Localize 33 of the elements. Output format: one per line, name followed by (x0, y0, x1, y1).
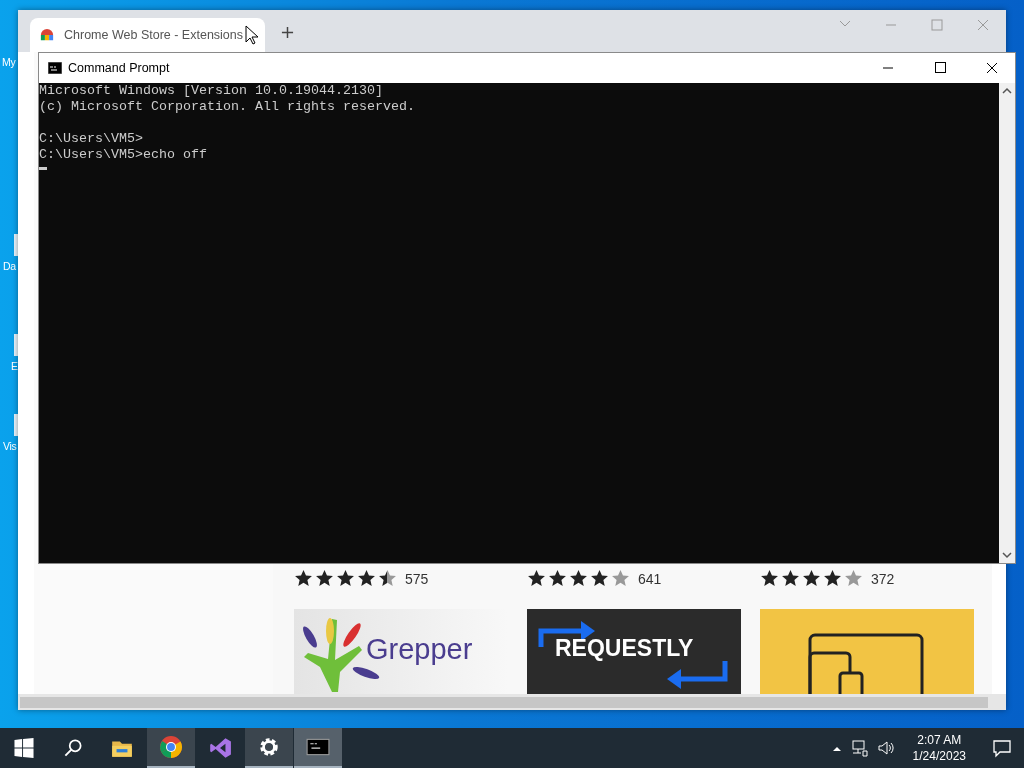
browser-tab[interactable]: Chrome Web Store - Extensions (30, 18, 265, 52)
scrollbar[interactable] (999, 83, 1015, 563)
clock[interactable]: 2:07 AM 1/24/2023 (902, 732, 976, 764)
windows-icon (14, 738, 34, 758)
mouse-pointer-icon (245, 25, 259, 45)
gear-icon (257, 735, 281, 759)
desktop-icon-label[interactable]: Vis (3, 440, 17, 452)
plus-icon (281, 26, 294, 39)
window-title: Command Prompt (68, 61, 171, 75)
desktop-icon-label[interactable]: Da (3, 260, 16, 272)
taskbar-button[interactable] (294, 728, 342, 768)
network-icon[interactable] (850, 739, 869, 757)
rating-count: 372 (871, 570, 895, 587)
taskbar-button[interactable] (245, 728, 293, 768)
logo-text: Grepper (366, 633, 473, 666)
console-icon (48, 62, 62, 74)
console-line: (c) Microsoft Corporation. All rights reserved. (39, 99, 416, 115)
console-line: C:\Users\VM5> (39, 131, 144, 147)
text-cursor (39, 167, 47, 170)
rating-count: 575 (405, 570, 429, 587)
console-line: Microsoft Windows [Version 10.0.19044.2130] (39, 83, 384, 99)
rating-count: 641 (638, 570, 662, 587)
notification-icon[interactable] (992, 738, 1012, 758)
desktop-icon-label[interactable]: My (2, 56, 16, 68)
store-icon (40, 28, 54, 42)
volume-icon[interactable] (876, 739, 895, 757)
desktop-icon-label[interactable]: E (11, 360, 18, 372)
console-line: C:\Users\VM5>echo off (39, 147, 208, 163)
ribbon-icon (208, 736, 232, 760)
taskbar-button[interactable] (147, 728, 195, 768)
scrollbar[interactable] (18, 694, 1006, 710)
logo-text: REQUESTLY (555, 635, 694, 661)
chrome-icon (159, 735, 183, 759)
